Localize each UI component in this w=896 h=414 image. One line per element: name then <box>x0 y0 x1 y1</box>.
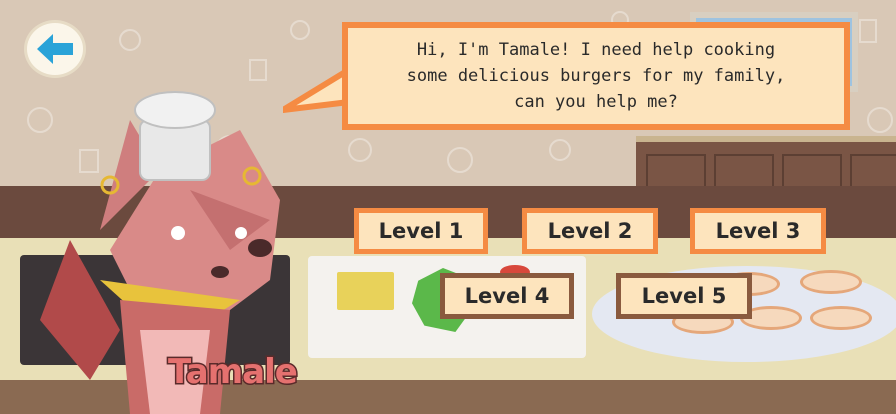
game-scene: Tamale Hi, I'm Tamale! I need help cooki… <box>0 0 896 414</box>
level-1-button[interactable]: Level 1 <box>354 208 488 254</box>
character-name-label: Tamale <box>167 351 300 394</box>
back-button[interactable] <box>24 20 86 78</box>
level-2-button[interactable]: Level 2 <box>522 208 658 254</box>
bun <box>810 306 872 330</box>
cheese-slice <box>337 272 394 310</box>
level-3-button[interactable]: Level 3 <box>690 208 826 254</box>
speech-bubble: Hi, I'm Tamale! I need help cooking some… <box>342 22 850 130</box>
bun <box>800 270 862 294</box>
level-4-button[interactable]: Level 4 <box>440 273 574 319</box>
level-5-button[interactable]: Level 5 <box>616 273 752 319</box>
dialog-text: Hi, I'm Tamale! I need help cooking some… <box>406 40 786 112</box>
back-arrow-icon <box>37 34 73 64</box>
